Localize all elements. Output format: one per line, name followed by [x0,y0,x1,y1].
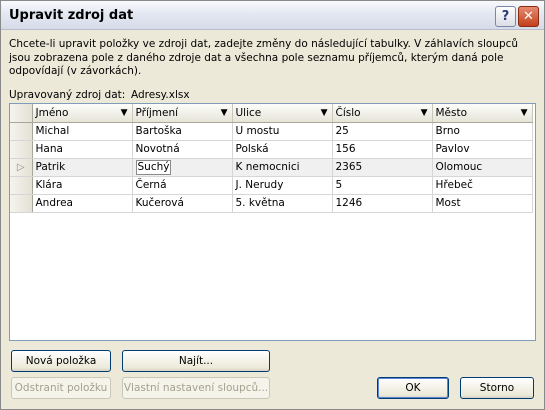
dialog-title: Upravit zdroj dat [9,8,134,23]
column-header-ulice[interactable]: Ulice ▼ [232,104,333,123]
row-selector[interactable] [10,194,33,213]
recipient-table: Jméno ▼ Příjmení ▼ Ulice ▼ Číslo ▼ Město ▼ Mi… [10,104,533,213]
cell-editing[interactable]: Suchý [132,158,233,177]
source-file-name: Adresy.xlsx [131,89,190,101]
cell[interactable]: 5 [332,176,433,195]
instructions-text: Chcete-li upravit položky ve zdroji dat,… [9,38,519,77]
table-row-current[interactable]: ▷ Patrik Suchý K nemocnici 2365 Olomouc [10,158,533,177]
close-icon: ✕ [523,9,534,24]
table-row[interactable]: Hana Novotná Polská 156 Pavlov [10,140,533,159]
column-header-jmeno[interactable]: Jméno ▼ [32,104,133,123]
cell[interactable]: K nemocnici [232,158,333,177]
new-item-button[interactable]: Nová položka [11,350,111,372]
cell[interactable]: Černá [132,176,233,195]
cell[interactable]: Bartoška [132,122,233,141]
table-row[interactable]: Andrea Kučerová 5. května 1246 Most [10,194,533,213]
delete-item-button[interactable]: Odstranit položku [11,377,111,399]
dropdown-arrow-icon[interactable]: ▼ [221,108,228,118]
dropdown-arrow-icon[interactable]: ▼ [421,108,428,118]
source-label: Upravovaný zdroj dat: [9,89,126,101]
cell[interactable]: Hana [32,140,133,159]
current-row-icon: ▷ [16,162,25,173]
dropdown-arrow-icon[interactable]: ▼ [121,108,128,118]
header-row: Jméno ▼ Příjmení ▼ Ulice ▼ Číslo ▼ Město ▼ [10,104,533,123]
title-bar: Upravit zdroj dat ? ✕ [1,1,544,30]
cell[interactable]: Patrik [32,158,133,177]
close-button[interactable]: ✕ [518,6,539,27]
cell[interactable]: Olomouc [432,158,533,177]
cell[interactable]: Most [432,194,533,213]
help-button[interactable]: ? [495,6,516,27]
cell[interactable]: Polská [232,140,333,159]
column-header-label: Město [435,106,468,119]
row-selector[interactable] [10,122,33,141]
cell[interactable]: Klára [32,176,133,195]
cell-edit-input[interactable]: Suchý [135,159,172,175]
cell[interactable]: Kučerová [132,194,233,213]
row-selector[interactable] [10,140,33,159]
column-header-label: Ulice [235,106,262,119]
column-header-label: Příjmení [135,106,179,119]
cell[interactable]: 25 [332,122,433,141]
cell[interactable]: Michal [32,122,133,141]
cell[interactable]: Hřebeč [432,176,533,195]
column-header-label: Jméno [35,106,69,119]
column-header-prijmeni[interactable]: Příjmení ▼ [132,104,233,123]
cell[interactable]: Pavlov [432,140,533,159]
ok-button[interactable]: OK [377,377,449,399]
row-selector[interactable]: ▷ [10,158,33,177]
cell[interactable]: 5. května [232,194,333,213]
customize-columns-button[interactable]: Vlastní nastavení sloupců... [122,377,270,399]
row-selector[interactable] [10,176,33,195]
data-grid[interactable]: Jméno ▼ Příjmení ▼ Ulice ▼ Číslo ▼ Město ▼ Mi… [9,103,536,341]
dropdown-arrow-icon[interactable]: ▼ [321,108,328,118]
cancel-button[interactable]: Storno [460,377,534,399]
column-header-label: Číslo [335,106,361,119]
cell[interactable]: J. Nerudy [232,176,333,195]
cell[interactable]: Andrea [32,194,133,213]
find-button[interactable]: Najít... [122,350,270,372]
help-icon: ? [501,9,510,24]
table-row[interactable]: Klára Černá J. Nerudy 5 Hřebeč [10,176,533,195]
cell[interactable]: U mostu [232,122,333,141]
corner-header [10,104,33,123]
cell[interactable]: 156 [332,140,433,159]
cell[interactable]: Brno [432,122,533,141]
column-header-cislo[interactable]: Číslo ▼ [332,104,433,123]
cell[interactable]: 2365 [332,158,433,177]
column-header-mesto[interactable]: Město ▼ [432,104,533,123]
dropdown-arrow-icon[interactable]: ▼ [521,108,528,118]
table-row[interactable]: Michal Bartoška U mostu 25 Brno [10,122,533,141]
cell[interactable]: Novotná [132,140,233,159]
cell[interactable]: 1246 [332,194,433,213]
edit-data-source-dialog: Upravit zdroj dat ? ✕ Chcete-li upravit … [0,0,545,410]
